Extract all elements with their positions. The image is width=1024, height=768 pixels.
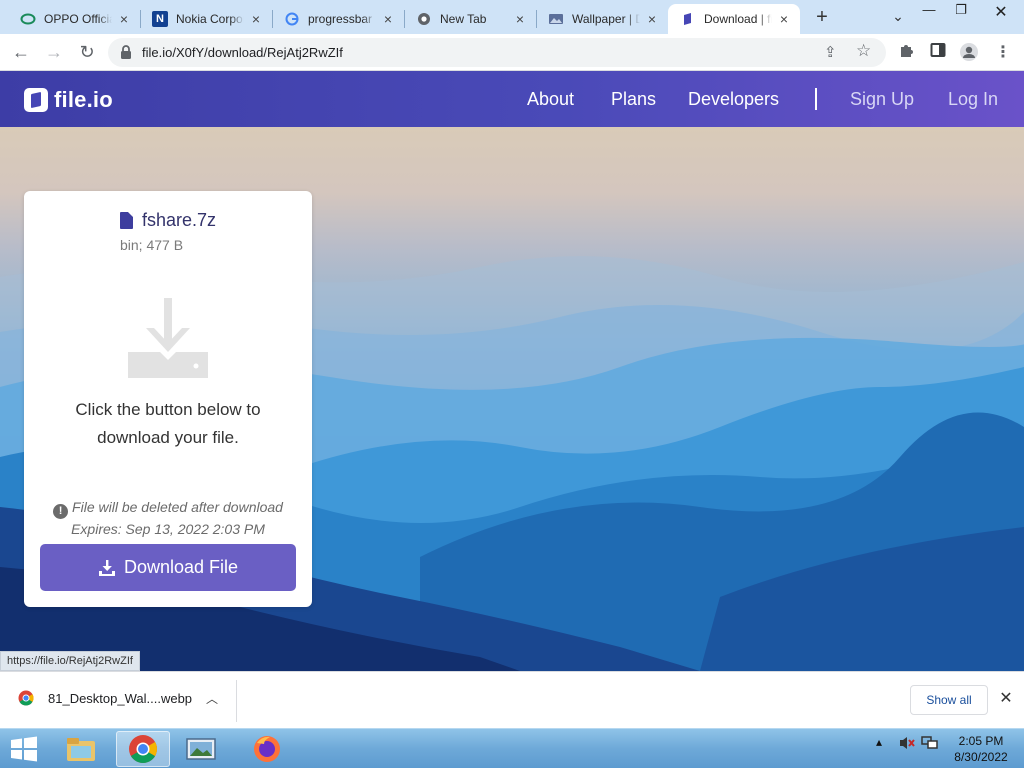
bookmark-star-icon[interactable]: ☆ bbox=[856, 41, 871, 61]
chrome-icon bbox=[18, 690, 34, 706]
fileio-logo-icon bbox=[24, 88, 48, 112]
browser-toolbar: ← → ↻ file.io/X0fY/download/RejAtj2RwZIf… bbox=[0, 34, 1024, 71]
show-hidden-icons-icon[interactable]: ▴ bbox=[876, 735, 882, 749]
url-text[interactable]: file.io/X0fY/download/RejAtj2RwZIf bbox=[142, 45, 343, 60]
network-icon[interactable] bbox=[920, 735, 938, 754]
close-icon[interactable]: ✕ bbox=[996, 688, 1016, 708]
nav-divider bbox=[815, 88, 817, 110]
brand-name: file.io bbox=[54, 87, 113, 112]
profile-avatar-icon[interactable] bbox=[958, 42, 980, 64]
extensions-puzzle-icon[interactable] bbox=[895, 42, 917, 64]
taskbar-chrome[interactable] bbox=[116, 731, 170, 767]
back-arrow-icon[interactable]: ← bbox=[8, 40, 34, 66]
tab-label: Wallpaper | Desktop bbox=[572, 12, 640, 26]
lock-icon[interactable] bbox=[120, 44, 134, 60]
fileio-logo[interactable]: file.io bbox=[24, 87, 113, 113]
tab-label: Nokia Corporation bbox=[176, 12, 244, 26]
side-panel-icon[interactable] bbox=[927, 42, 949, 64]
taskbar-firefox[interactable] bbox=[240, 731, 294, 767]
share-icon[interactable]: ⇪ bbox=[824, 43, 837, 61]
download-filename: 81_Desktop_Wal....webp bbox=[48, 690, 193, 706]
tab-label: OPPO Official bbox=[44, 12, 112, 26]
clock-date: 8/30/2022 bbox=[954, 750, 1008, 764]
site-header: file.io About Plans Developers Sign Up L… bbox=[0, 71, 1024, 127]
windows-start-icon[interactable] bbox=[8, 735, 40, 763]
exclamation-circle-icon: ! bbox=[53, 504, 69, 519]
chrome-icon bbox=[416, 11, 432, 27]
folder-icon bbox=[67, 738, 95, 761]
close-icon[interactable]: × bbox=[380, 11, 396, 27]
chrome-icon bbox=[129, 735, 157, 763]
window-close-button[interactable]: ✕ bbox=[986, 2, 1016, 22]
file-meta: bin; 477 B bbox=[120, 237, 184, 253]
download-card: fshare.7z bin; 477 B Click the button be… bbox=[24, 191, 312, 607]
close-icon[interactable]: × bbox=[248, 11, 264, 27]
close-icon[interactable]: × bbox=[776, 11, 792, 27]
restore-button[interactable]: ❐ bbox=[946, 2, 976, 22]
status-url-tooltip: https://file.io/RejAtj2RwZIf bbox=[0, 651, 140, 671]
nav-about[interactable]: About bbox=[527, 89, 574, 110]
nokia-n-icon: N bbox=[152, 11, 168, 27]
photo-viewer-icon bbox=[186, 738, 216, 760]
expires-text: Expires: Sep 13, 2022 2:03 PM bbox=[71, 521, 265, 537]
download-icon bbox=[98, 559, 115, 576]
nav-sign-up[interactable]: Sign Up bbox=[850, 89, 914, 110]
chevron-down-icon[interactable]: ⌄ bbox=[888, 8, 908, 28]
firefox-icon bbox=[254, 736, 280, 762]
expiry-notice: ! File will be deleted after download Exp… bbox=[24, 497, 312, 539]
instruction-line-2: download your file. bbox=[97, 428, 239, 447]
taskbar-file-explorer[interactable] bbox=[54, 731, 108, 767]
address-bar[interactable]: file.io/X0fY/download/RejAtj2RwZIf ⇪ ☆ bbox=[108, 38, 886, 67]
browser-tab-strip: OPPO Official × N Nokia Corporation × pr… bbox=[0, 0, 1024, 34]
nav-developers[interactable]: Developers bbox=[688, 89, 779, 110]
show-all-button[interactable]: Show all bbox=[910, 685, 988, 715]
reload-icon[interactable]: ↻ bbox=[74, 40, 100, 66]
volume-muted-icon[interactable] bbox=[898, 735, 916, 754]
tab-oppo[interactable]: OPPO Official × bbox=[8, 4, 140, 34]
minimize-button[interactable]: — bbox=[914, 2, 944, 22]
download-item[interactable]: 81_Desktop_Wal....webp ︿ bbox=[18, 690, 218, 706]
oppo-ring-icon bbox=[20, 11, 36, 27]
tab-progressbar[interactable]: progressbar × bbox=[272, 4, 404, 34]
clock-time: 2:05 PM bbox=[958, 734, 1004, 748]
file-icon bbox=[119, 212, 133, 229]
windows-taskbar: ▴ 2:05 PM 8/30/2022 bbox=[0, 728, 1024, 768]
fileio-icon bbox=[680, 11, 696, 27]
shelf-divider bbox=[236, 680, 237, 722]
delete-warning: File will be deleted after download bbox=[72, 499, 283, 515]
close-icon[interactable]: × bbox=[512, 11, 528, 27]
tab-label: New Tab bbox=[440, 12, 487, 26]
new-tab-button[interactable]: + bbox=[810, 6, 834, 30]
file-name: fshare.7z bbox=[141, 210, 217, 230]
tab-label: Download | file.io bbox=[704, 12, 772, 26]
nav-plans[interactable]: Plans bbox=[611, 89, 656, 110]
file-title: fshare.7z bbox=[24, 210, 312, 231]
google-g-icon bbox=[284, 11, 300, 27]
forward-arrow-icon[interactable]: → bbox=[41, 40, 67, 66]
tab-label: progressbar bbox=[308, 12, 373, 26]
kebab-menu-icon[interactable]: ⋮ bbox=[992, 42, 1014, 64]
system-clock[interactable]: 2:05 PM 8/30/2022 bbox=[946, 733, 1016, 765]
close-icon[interactable]: × bbox=[116, 11, 132, 27]
tab-nokia[interactable]: N Nokia Corporation × bbox=[140, 4, 272, 34]
instruction-line-1: Click the button below to bbox=[75, 400, 261, 419]
download-instruction: Click the button below to download your … bbox=[24, 396, 312, 452]
wallpaper-icon bbox=[548, 11, 564, 27]
taskbar-photo-viewer[interactable] bbox=[174, 731, 228, 767]
close-icon[interactable]: × bbox=[644, 11, 660, 27]
nav-log-in[interactable]: Log In bbox=[948, 89, 998, 110]
download-shelf: 81_Desktop_Wal....webp ︿ Show all ✕ bbox=[0, 671, 1024, 728]
download-tray-icon bbox=[128, 298, 208, 378]
tab-wallpaper[interactable]: Wallpaper | Desktop × bbox=[536, 4, 668, 34]
tab-download-fileio[interactable]: Download | file.io × bbox=[668, 4, 800, 34]
tab-new-tab[interactable]: New Tab × bbox=[404, 4, 536, 34]
chevron-up-icon[interactable]: ︿ bbox=[206, 690, 218, 707]
download-button-label: Download File bbox=[123, 557, 239, 577]
download-file-button[interactable]: Download File bbox=[40, 544, 296, 591]
